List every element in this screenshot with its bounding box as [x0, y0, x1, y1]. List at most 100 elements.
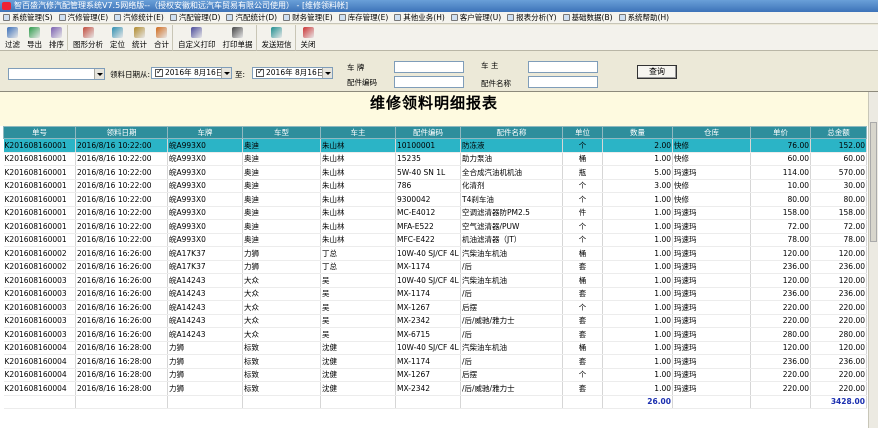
- part-name-input[interactable]: [528, 76, 598, 88]
- table-cell: 桶: [562, 273, 603, 288]
- toolbar-sum-button[interactable]: 合计: [151, 25, 173, 51]
- table-cell: 朱山林: [320, 138, 396, 153]
- table-row[interactable]: K201608160001 2016/8/16 10:22:00 皖A993X0 奥迪…: [3, 219, 867, 234]
- table-cell: /后: [460, 260, 563, 274]
- table-cell: 1.00: [602, 233, 673, 247]
- vertical-scrollbar[interactable]: [868, 92, 878, 428]
- toolbar-sort-button[interactable]: 排序: [46, 25, 68, 51]
- filter-type-select[interactable]: [8, 68, 105, 80]
- menu-item-5[interactable]: 财务管理(E): [280, 12, 336, 23]
- plate-input[interactable]: [394, 61, 464, 73]
- menu-bar: 系统管理(S) 汽修管理(E) 汽修统计(E) 汽配管理(D) 汽配统计(D) 财务管理(…: [0, 12, 878, 24]
- table-cell: 1.00: [602, 152, 673, 166]
- menu-icon: [3, 14, 10, 21]
- table-cell: 皖A14243: [167, 327, 243, 342]
- toolbar-print-button[interactable]: 打印单据: [220, 25, 257, 51]
- table-row[interactable]: K201608160001 2016/8/16 10:22:00 皖A993X0 奥迪…: [3, 138, 867, 153]
- menu-item-6[interactable]: 库存管理(E): [336, 12, 392, 23]
- filter-panel: 领料日期从: 2016年 8月16日 至: 2016年 8月16日 车 牌 配件…: [0, 52, 878, 90]
- table-cell: 汽柴油车机油: [460, 341, 563, 355]
- menu-item-10[interactable]: 基础数据(B): [560, 12, 616, 23]
- column-header[interactable]: 仓库: [672, 126, 751, 139]
- column-header[interactable]: 总金额: [810, 126, 867, 139]
- table-row[interactable]: K201608160004 2016/8/16 16:28:00 力狮 标致 沈健 MX-…: [3, 368, 867, 382]
- table-cell: [460, 394, 563, 409]
- table-cell: 236.00: [810, 354, 867, 369]
- table-cell: 1.00: [602, 381, 673, 396]
- table-cell: 空调滤清器防PM2.5: [460, 206, 563, 220]
- table-cell: 2016/8/16 16:26:00: [75, 260, 168, 274]
- date-to-checkbox[interactable]: [256, 68, 264, 77]
- toolbar-sms-button[interactable]: 发送短信: [259, 25, 296, 51]
- column-header[interactable]: 车主: [320, 126, 396, 139]
- table-cell: 快修: [672, 192, 751, 207]
- sms-icon: [271, 27, 282, 38]
- table-row[interactable]: K201608160001 2016/8/16 10:22:00 皖A993X0 奥迪…: [3, 179, 867, 193]
- table-row[interactable]: K201608160002 2016/8/16 16:26:00 皖A17K37 力狮…: [3, 246, 867, 261]
- table-row[interactable]: K201608160002 2016/8/16 16:26:00 皖A17K37 力狮…: [3, 260, 867, 274]
- toolbar-export-button[interactable]: 导出: [24, 25, 46, 51]
- chevron-down-icon[interactable]: [322, 68, 332, 78]
- column-header[interactable]: 车牌: [167, 126, 243, 139]
- table-cell: 机油滤清器（JT）: [460, 233, 563, 247]
- table-cell: 2016/8/16 16:26:00: [75, 246, 168, 261]
- query-button[interactable]: 查询: [637, 65, 677, 79]
- menu-item-7[interactable]: 其他业务(H): [391, 12, 448, 23]
- table-row[interactable]: K201608160001 2016/8/16 10:22:00 皖A993X0 奥迪…: [3, 192, 867, 207]
- toolbar-custom-print-button[interactable]: 自定义打印: [175, 25, 220, 51]
- menu-item-0[interactable]: 系统管理(S): [0, 12, 56, 23]
- table-cell: MX-1174: [395, 354, 461, 369]
- owner-input[interactable]: [528, 61, 598, 73]
- menu-item-8[interactable]: 客户管理(U): [448, 12, 504, 23]
- menu-item-11[interactable]: 系统帮助(H): [616, 12, 673, 23]
- column-header[interactable]: 领料日期: [75, 126, 168, 139]
- toolbar: 过滤 导出 排序 图形分析 定位 统计 合计 自定义打印 打印单据 发送短信 关闭: [0, 25, 878, 51]
- table-cell: 120.00: [750, 341, 811, 355]
- table-row[interactable]: K201608160001 2016/8/16 10:22:00 皖A993X0 奥迪…: [3, 165, 867, 180]
- toolbar-close-button[interactable]: 关闭: [298, 25, 320, 51]
- part-code-input[interactable]: [394, 76, 464, 88]
- table-row[interactable]: K201608160001 2016/8/16 10:22:00 皖A993X0 奥迪…: [3, 152, 867, 166]
- column-header[interactable]: 配件名称: [460, 126, 563, 139]
- menu-item-2[interactable]: 汽修统计(E): [111, 12, 167, 23]
- toolbar-chart-button[interactable]: 图形分析: [70, 25, 107, 51]
- owner-label: 车 主: [481, 61, 499, 70]
- table-cell: 80.00: [810, 192, 867, 207]
- table-row[interactable]: K201608160004 2016/8/16 16:28:00 力狮 标致 沈健 MX-…: [3, 354, 867, 369]
- toolbar-locate-button[interactable]: 定位: [107, 25, 129, 51]
- menu-item-9[interactable]: 报表分析(Y): [504, 12, 559, 23]
- column-header[interactable]: 配件编码: [395, 126, 461, 139]
- toolbar-label: 图形分析: [73, 40, 103, 49]
- table-row[interactable]: K201608160001 2016/8/16 10:22:00 皖A993X0 奥迪…: [3, 206, 867, 220]
- date-from-picker[interactable]: 2016年 8月16日: [151, 67, 232, 79]
- table-cell: 2016/8/16 16:26:00: [75, 314, 168, 328]
- date-to-picker[interactable]: 2016年 8月16日: [252, 67, 333, 79]
- table-row[interactable]: K201608160003 2016/8/16 16:26:00 皖A14243 大众…: [3, 287, 867, 301]
- table-cell: 10100001: [395, 138, 461, 153]
- table-row[interactable]: K201608160003 2016/8/16 16:26:00 皖A14243 大众…: [3, 273, 867, 288]
- scrollbar-thumb[interactable]: [870, 122, 877, 242]
- column-header[interactable]: 车型: [242, 126, 321, 139]
- table-row[interactable]: K201608160003 2016/8/16 16:26:00 皖A14243 大众…: [3, 327, 867, 342]
- table-row[interactable]: K201608160003 2016/8/16 16:26:00 皖A14243 大众…: [3, 314, 867, 328]
- table-row[interactable]: K201608160004 2016/8/16 16:28:00 力狮 标致 沈健 MX-…: [3, 381, 867, 396]
- menu-item-4[interactable]: 汽配统计(D): [223, 12, 280, 23]
- toolbar-stats-button[interactable]: 统计: [129, 25, 151, 51]
- table-row[interactable]: K201608160001 2016/8/16 10:22:00 皖A993X0 奥迪…: [3, 233, 867, 247]
- chevron-down-icon[interactable]: [94, 69, 104, 79]
- table-cell: K201608160004: [3, 341, 76, 355]
- table-row[interactable]: K201608160004 2016/8/16 16:28:00 力狮 标致 沈健 10W…: [3, 341, 867, 355]
- table-cell: 5W-40 SN 1L: [395, 165, 461, 180]
- date-from-checkbox[interactable]: [155, 68, 163, 77]
- chevron-down-icon[interactable]: [221, 68, 231, 78]
- column-header[interactable]: 单位: [562, 126, 603, 139]
- table-cell: 朱山林: [320, 233, 396, 247]
- table-cell: 个: [562, 368, 603, 382]
- menu-item-1[interactable]: 汽修管理(E): [56, 12, 112, 23]
- table-row[interactable]: K201608160003 2016/8/16 16:26:00 皖A14243 大众…: [3, 300, 867, 315]
- toolbar-filter-button[interactable]: 过滤: [2, 25, 24, 51]
- menu-item-3[interactable]: 汽配管理(D): [167, 12, 224, 23]
- column-header[interactable]: 单价: [750, 126, 811, 139]
- column-header[interactable]: 单号: [3, 126, 76, 139]
- column-header[interactable]: 数量: [602, 126, 673, 139]
